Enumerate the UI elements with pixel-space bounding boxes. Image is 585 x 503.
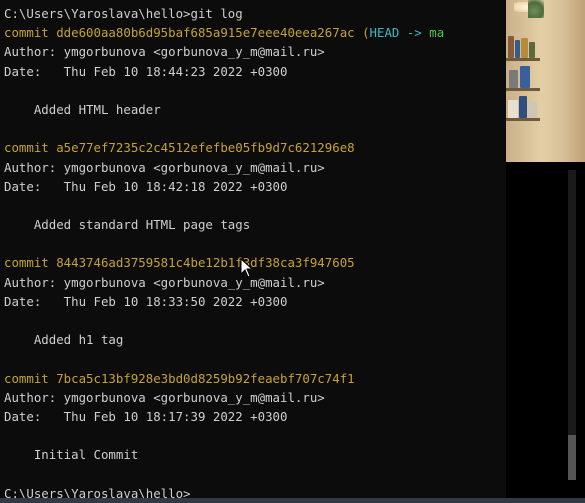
terminal-text: Date: Thu Feb 10 18:17:39 2022 +0300 — [4, 408, 288, 424]
terminal-text: Author: ymgorbunova <gorbunova_y_m@mail.… — [4, 159, 325, 175]
terminal-text: HEAD -> — [369, 25, 430, 41]
shelf — [506, 88, 540, 91]
shelf — [506, 58, 540, 61]
shelf — [506, 118, 540, 121]
terminal-window[interactable]: C:\Users\Yaroslava\hello>git log commit d… — [0, 0, 506, 503]
terminal-line: Added standard HTML page tags — [4, 215, 444, 234]
terminal-text: commit 7bca5c13bf928e3bd0d8259b92feaebf7… — [4, 370, 355, 386]
taskbar — [0, 498, 585, 503]
terminal-line: Author: ymgorbunova <gorbunova_y_m@mail.… — [4, 388, 444, 407]
book — [528, 102, 537, 118]
terminal-text: commit dde600aa80b6d95baf685a915e7eee40e… — [4, 25, 355, 41]
book — [509, 70, 518, 88]
terminal-line: commit 8443746ad3759581c4be12b1f3df38ca3… — [4, 253, 444, 272]
terminal-line: Added HTML header — [4, 100, 444, 119]
terminal-line: Date: Thu Feb 10 18:42:18 2022 +0300 — [4, 177, 444, 196]
terminal-text: Author: ymgorbunova <gorbunova_y_m@mail.… — [4, 274, 325, 290]
book — [529, 42, 535, 58]
terminal-line: C:\Users\Yaroslava\hello>git log — [4, 4, 444, 23]
terminal-text: Date: Thu Feb 10 18:42:18 2022 +0300 — [4, 178, 288, 194]
terminal-line: Date: Thu Feb 10 18:33:50 2022 +0300 — [4, 292, 444, 311]
book — [508, 36, 514, 58]
book — [508, 100, 518, 118]
scrollbar-thumb[interactable] — [568, 435, 576, 480]
book — [519, 96, 527, 118]
terminal-text: Added HTML header — [4, 101, 161, 117]
terminal-line: Date: Thu Feb 10 18:17:39 2022 +0300 — [4, 407, 444, 426]
terminal-line: commit a5e77ef7235c2c4512efefbe05fb9d7c6… — [4, 138, 444, 157]
book — [515, 40, 520, 58]
terminal-text: Date: Thu Feb 10 18:44:23 2022 +0300 — [4, 63, 288, 79]
scrollbar[interactable] — [568, 170, 576, 480]
terminal-line: commit dde600aa80b6d95baf685a915e7eee40e… — [4, 23, 444, 42]
terminal-text: Author: ymgorbunova <gorbunova_y_m@mail.… — [4, 44, 325, 60]
book — [521, 38, 528, 58]
terminal-line: Added h1 tag — [4, 330, 444, 349]
terminal-text: Author: ymgorbunova <gorbunova_y_m@mail.… — [4, 389, 325, 405]
terminal-text: Date: Thu Feb 10 18:33:50 2022 +0300 — [4, 293, 288, 309]
terminal-line: Initial Commit — [4, 445, 444, 464]
terminal-line: Author: ymgorbunova <gorbunova_y_m@mail.… — [4, 273, 444, 292]
terminal-text: Initial Commit — [4, 447, 139, 463]
terminal-line: Date: Thu Feb 10 18:44:23 2022 +0300 — [4, 62, 444, 81]
terminal-text: Added h1 tag — [4, 332, 124, 348]
terminal-text: commit 8443746ad3759581c4be12b1f3df38ca3… — [4, 255, 355, 271]
terminal-text: commit a5e77ef7235c2c4512efefbe05fb9d7c6… — [4, 140, 355, 156]
terminal-line: commit 7bca5c13bf928e3bd0d8259b92feaebf7… — [4, 369, 444, 388]
terminal-text: ma — [429, 25, 445, 41]
terminal-output: C:\Users\Yaroslava\hello>git log commit d… — [4, 4, 444, 503]
terminal-text: Added standard HTML page tags — [4, 217, 251, 233]
terminal-line: Author: ymgorbunova <gorbunova_y_m@mail.… — [4, 42, 444, 61]
webcam-overlay — [506, 0, 585, 162]
terminal-text: C:\Users\Yaroslava\hello>git log — [4, 6, 243, 21]
book — [520, 66, 530, 88]
plant — [528, 0, 544, 18]
terminal-text: ( — [354, 25, 370, 41]
terminal-line: Author: ymgorbunova <gorbunova_y_m@mail.… — [4, 158, 444, 177]
mouse-pointer-icon — [240, 258, 254, 278]
